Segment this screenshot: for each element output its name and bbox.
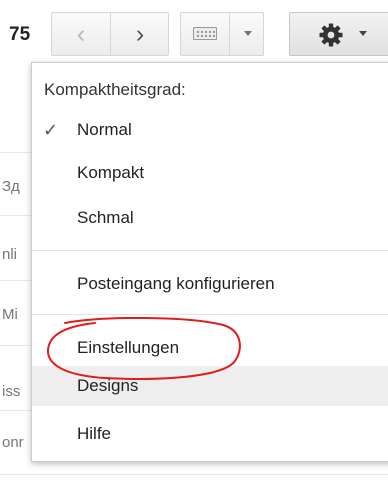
menu-separator — [32, 314, 388, 315]
chevron-right-icon: › — [135, 20, 145, 48]
keyboard-icon — [193, 27, 217, 40]
pagination-buttons: ‹ › — [51, 12, 169, 56]
menu-item-label: Normal — [77, 120, 132, 139]
menu-item-settings[interactable]: Einstellungen — [32, 338, 388, 366]
checkmark-icon: ✓ — [43, 120, 59, 140]
menu-item-configure-inbox[interactable]: Posteingang konfigurieren — [32, 274, 388, 302]
older-button[interactable]: › — [111, 20, 169, 48]
menu-item-label: Schmal — [77, 208, 134, 227]
menu-item-label: Posteingang konfigurieren — [77, 274, 275, 293]
button-divider — [229, 13, 230, 55]
density-heading: Kompaktheitsgrad: — [44, 80, 186, 99]
row-divider — [0, 474, 388, 475]
menu-item-help[interactable]: Hilfe — [32, 424, 388, 452]
settings-menu: Kompaktheitsgrad: ✓ Normal Kompakt Schma… — [31, 62, 388, 462]
menu-separator — [32, 250, 388, 251]
chevron-left-icon: ‹ — [76, 20, 86, 48]
menu-item-label: Einstellungen — [77, 338, 180, 357]
density-option-normal[interactable]: ✓ Normal — [32, 120, 388, 148]
message-count: 75 — [9, 24, 31, 45]
chevron-down-icon — [359, 31, 367, 36]
menu-item-label: Kompakt — [77, 163, 145, 182]
input-tools-button[interactable] — [180, 12, 264, 56]
chevron-down-icon[interactable] — [244, 31, 252, 36]
menu-item-label: Designs — [77, 376, 139, 395]
menu-item-label: Hilfe — [77, 424, 112, 443]
menu-item-themes[interactable]: Designs — [32, 366, 388, 406]
toolbar: 75 ‹ › — [0, 0, 388, 62]
newer-button[interactable]: ‹ — [52, 20, 110, 48]
density-option-narrow[interactable]: Schmal — [32, 208, 388, 236]
gear-icon — [319, 23, 343, 47]
density-option-compact[interactable]: Kompakt — [32, 163, 388, 191]
settings-button[interactable] — [289, 12, 388, 56]
